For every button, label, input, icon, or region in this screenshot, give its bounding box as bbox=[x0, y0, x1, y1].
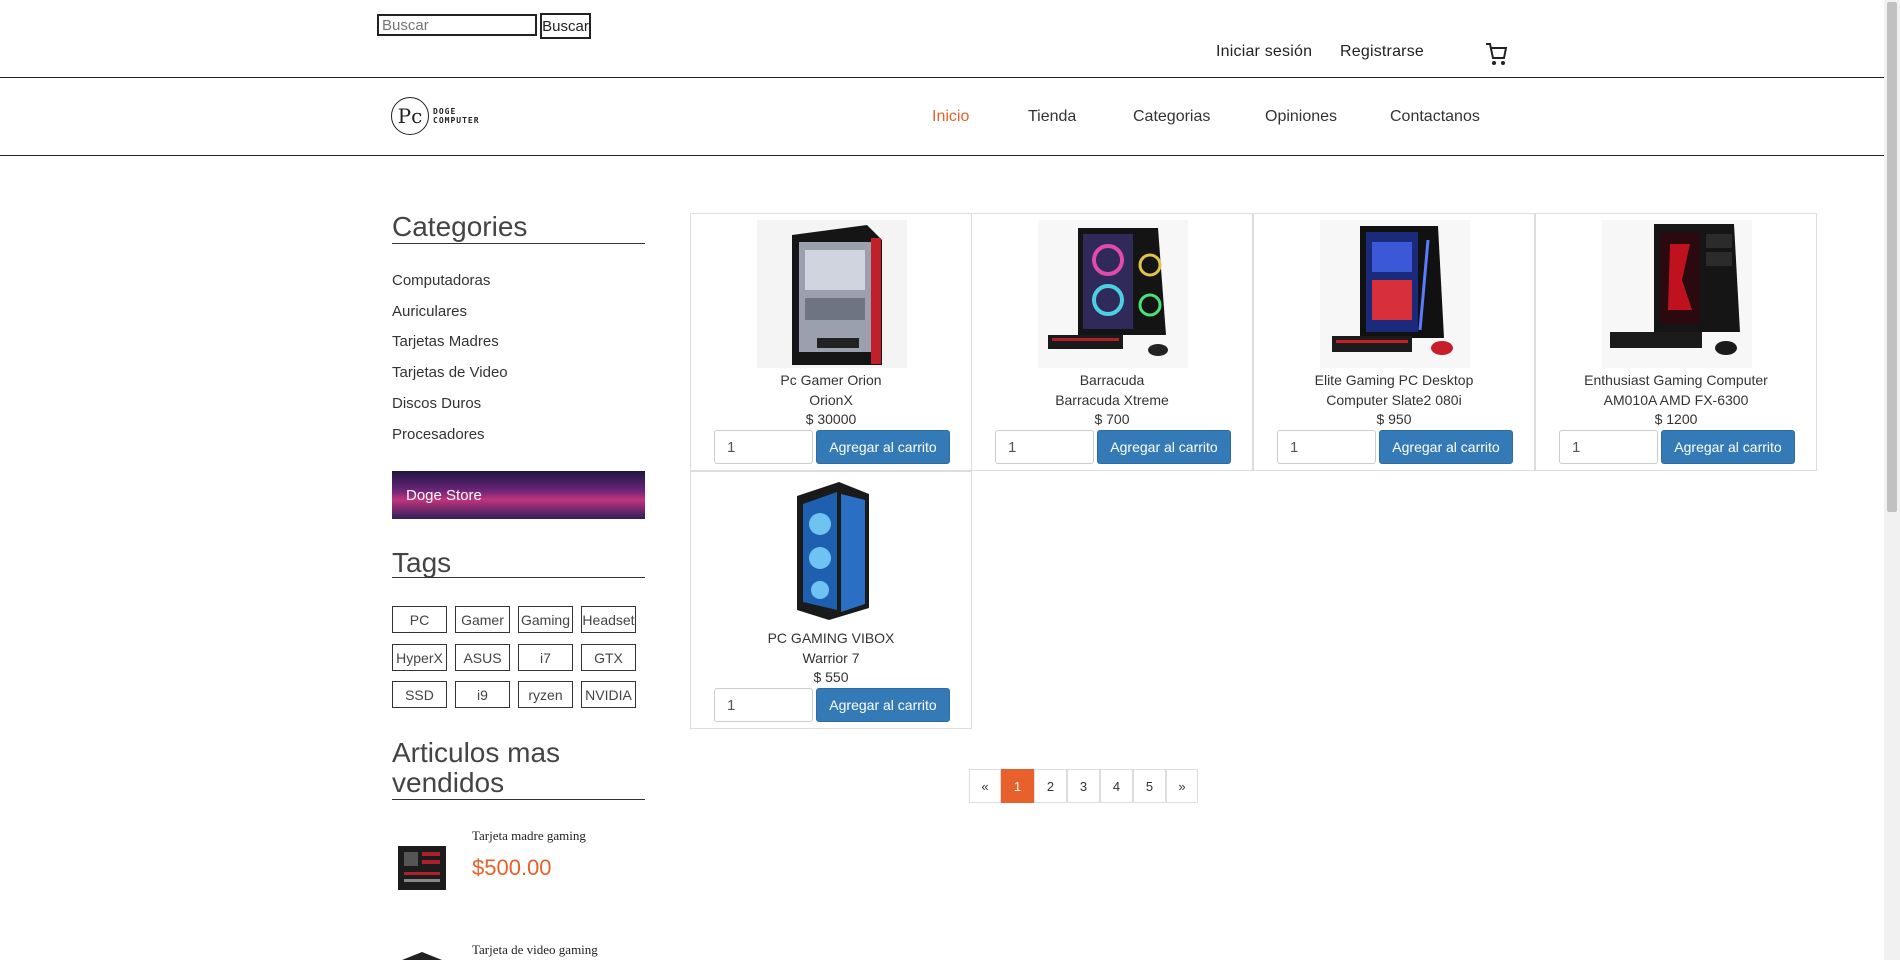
logo-mark: Pc bbox=[391, 97, 429, 135]
categories-heading: Categories bbox=[392, 211, 528, 242]
tag-asus[interactable]: ASUS bbox=[455, 644, 510, 671]
tags-heading: Tags bbox=[392, 547, 452, 578]
search-input[interactable] bbox=[377, 14, 537, 36]
quantity-input[interactable] bbox=[1277, 430, 1376, 464]
nav-opiniones[interactable]: Opiniones bbox=[1265, 108, 1337, 126]
product-image[interactable] bbox=[1602, 220, 1752, 368]
product-name-line2[interactable]: Computer Slate2 080i bbox=[1254, 391, 1534, 410]
product-name-line1[interactable]: Pc Gamer Orion bbox=[691, 371, 971, 390]
product-price: $ 1200 bbox=[1654, 411, 1698, 427]
divider bbox=[392, 799, 645, 800]
tag-i9[interactable]: i9 bbox=[455, 681, 510, 708]
pagination-page-3[interactable]: 3 bbox=[1067, 769, 1100, 803]
quantity-input[interactable] bbox=[714, 430, 813, 464]
tag-i7[interactable]: i7 bbox=[518, 644, 573, 671]
category-link-tarjetas-madres[interactable]: Tarjetas Madres bbox=[392, 333, 499, 350]
logo-line-2: COMPUTER bbox=[433, 116, 480, 125]
pagination-page-2[interactable]: 2 bbox=[1034, 769, 1067, 803]
add-to-cart-button[interactable]: Agregar al carrito bbox=[1379, 430, 1513, 464]
best-seller-name[interactable]: Tarjeta madre gaming bbox=[472, 828, 586, 844]
product-name-line1[interactable]: Enthusiast Gaming Computer bbox=[1536, 371, 1816, 390]
tag-pc[interactable]: PC bbox=[392, 606, 447, 633]
nav-tienda[interactable]: Tienda bbox=[1028, 108, 1076, 126]
pagination-prev[interactable]: « bbox=[969, 769, 1001, 803]
nav-categorias[interactable]: Categorias bbox=[1133, 108, 1210, 126]
product-card: Elite Gaming PC Desktop Computer Slate2 … bbox=[1253, 213, 1535, 471]
tag-ssd[interactable]: SSD bbox=[392, 681, 447, 708]
product-price: $ 550 bbox=[813, 669, 849, 685]
product-card: PC GAMING VIBOX Warrior 7 $ 550 Agregar … bbox=[690, 471, 972, 729]
quantity-input[interactable] bbox=[714, 688, 813, 722]
scrollbar-thumb[interactable] bbox=[1887, 2, 1897, 512]
category-link-auriculares[interactable]: Auriculares bbox=[392, 303, 467, 320]
category-link-tarjetas-de-video[interactable]: Tarjetas de Video bbox=[392, 364, 508, 381]
product-card: Pc Gamer Orion OrionX $ 30000 Agregar al… bbox=[690, 213, 972, 471]
banner-text: Doge Store bbox=[406, 487, 482, 504]
add-to-cart-button[interactable]: Agregar al carrito bbox=[816, 430, 950, 464]
product-image[interactable] bbox=[1320, 220, 1470, 368]
tag-gaming[interactable]: Gaming bbox=[518, 606, 573, 633]
product-card: Enthusiast Gaming Computer AM010A AMD FX… bbox=[1535, 213, 1817, 471]
product-image[interactable] bbox=[1038, 220, 1188, 368]
motherboard-image[interactable] bbox=[392, 842, 452, 894]
add-to-cart-button[interactable]: Agregar al carrito bbox=[1097, 430, 1231, 464]
product-name-line2[interactable]: Warrior 7 bbox=[691, 649, 971, 668]
divider bbox=[392, 577, 645, 578]
add-to-cart-button[interactable]: Agregar al carrito bbox=[816, 688, 950, 722]
product-name-line2[interactable]: Barracuda Xtreme bbox=[972, 391, 1252, 410]
best-sellers-heading: Articulos mas vendidos bbox=[392, 737, 561, 798]
tag-ryzen[interactable]: ryzen bbox=[518, 681, 573, 708]
tag-nvidia[interactable]: NVIDIA bbox=[581, 681, 636, 708]
tag-gamer[interactable]: Gamer bbox=[455, 606, 510, 633]
quantity-input[interactable] bbox=[1559, 430, 1658, 464]
main-header: Pc DOGE COMPUTER Inicio Tienda Categoria… bbox=[0, 78, 1884, 156]
product-image[interactable] bbox=[757, 220, 907, 368]
search-button[interactable]: Buscar bbox=[540, 13, 591, 39]
logo-line-1: DOGE bbox=[433, 107, 457, 116]
logo[interactable]: Pc DOGE COMPUTER bbox=[391, 97, 480, 135]
product-name-line2[interactable]: OrionX bbox=[691, 391, 971, 410]
top-bar: Buscar Iniciar sesión Registrarse bbox=[0, 0, 1884, 78]
graphics-card-image[interactable] bbox=[392, 950, 452, 960]
best-seller-name[interactable]: Tarjeta de video gaming bbox=[472, 942, 598, 958]
quantity-input[interactable] bbox=[995, 430, 1094, 464]
product-price: $ 950 bbox=[1376, 411, 1412, 427]
tag-gtx[interactable]: GTX bbox=[581, 644, 636, 671]
pagination-page-4[interactable]: 4 bbox=[1100, 769, 1133, 803]
product-name-line1[interactable]: PC GAMING VIBOX bbox=[691, 629, 971, 648]
cart-icon[interactable] bbox=[1484, 40, 1508, 68]
register-link[interactable]: Registrarse bbox=[1340, 43, 1424, 61]
product-name-line1[interactable]: Barracuda bbox=[972, 371, 1252, 390]
category-link-computadoras[interactable]: Computadoras bbox=[392, 272, 490, 289]
product-name-line1[interactable]: Elite Gaming PC Desktop bbox=[1254, 371, 1534, 390]
product-price: $ 30000 bbox=[805, 411, 857, 427]
nav-contactanos[interactable]: Contactanos bbox=[1390, 108, 1480, 126]
add-to-cart-button[interactable]: Agregar al carrito bbox=[1661, 430, 1795, 464]
pagination-next[interactable]: » bbox=[1166, 769, 1198, 803]
store-banner[interactable]: Doge Store bbox=[392, 471, 645, 519]
logo-text: DOGE COMPUTER bbox=[433, 107, 480, 125]
product-price: $ 700 bbox=[1094, 411, 1130, 427]
product-name-line2[interactable]: AM010A AMD FX-6300 bbox=[1536, 391, 1816, 410]
divider bbox=[392, 243, 645, 244]
pagination-page-1[interactable]: 1 bbox=[1001, 769, 1034, 803]
best-seller-price: $500.00 bbox=[472, 855, 552, 880]
product-image[interactable] bbox=[757, 478, 907, 626]
tag-headset[interactable]: Headset bbox=[581, 606, 636, 633]
category-link-procesadores[interactable]: Procesadores bbox=[392, 426, 485, 443]
product-card: Barracuda Barracuda Xtreme $ 700 Agregar… bbox=[971, 213, 1253, 471]
category-link-discos-duros[interactable]: Discos Duros bbox=[392, 395, 481, 412]
tag-hyperx[interactable]: HyperX bbox=[392, 644, 447, 671]
login-link[interactable]: Iniciar sesión bbox=[1216, 43, 1312, 61]
vertical-scrollbar[interactable] bbox=[1884, 0, 1900, 960]
nav-inicio[interactable]: Inicio bbox=[932, 108, 969, 126]
pagination-page-5[interactable]: 5 bbox=[1133, 769, 1166, 803]
